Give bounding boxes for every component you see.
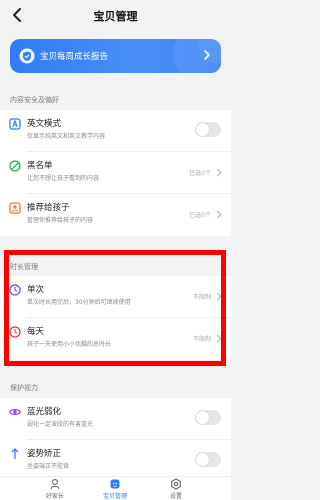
page-title: 宝贝管理 bbox=[93, 10, 138, 23]
settings-icon bbox=[171, 478, 181, 490]
recommend-title: 推荐给孩子 bbox=[27, 203, 70, 213]
toggle-knob bbox=[196, 123, 209, 136]
tab-label: 宝贝管理 bbox=[102, 493, 127, 500]
english-mode-row[interactable]: 英文模式 仅显示纯英文和英文教学内容 bbox=[0, 110, 231, 152]
toggle-knob bbox=[196, 453, 209, 466]
posture-icon bbox=[11, 448, 19, 459]
recommend-subtitle: 管理你推荐给孩子的内容 bbox=[27, 217, 94, 224]
letter-a-icon bbox=[9, 118, 21, 130]
eye-card: 蓝光弱化 弱化一定波段的有害蓝光 姿势矫正 坐姿端正不驼背 bbox=[0, 398, 231, 476]
content-card: 英文模式 仅显示纯英文和英文教学内容 黑名单 让您不想让孩子看到的内容 已选0个… bbox=[0, 110, 231, 236]
section-label-eye: 保护视力 bbox=[10, 384, 38, 392]
recommend-row[interactable]: 推荐给孩子 管理你推荐给孩子的内容 已选0个 bbox=[0, 194, 231, 236]
top-bar: 宝贝管理 bbox=[0, 0, 231, 32]
posture-toggle[interactable] bbox=[195, 452, 221, 467]
weekly-report-banner[interactable]: 宝贝每周成长报告 bbox=[10, 39, 221, 73]
blacklist-subtitle: 让您不想让孩子看到的内容 bbox=[27, 175, 100, 182]
blue-light-subtitle: 弱化一定波段的有害蓝光 bbox=[27, 421, 94, 428]
english-mode-toggle[interactable] bbox=[195, 122, 221, 137]
english-mode-title: 英文模式 bbox=[27, 119, 62, 129]
recommend-value: 已选0个 bbox=[189, 212, 211, 219]
blue-light-toggle[interactable] bbox=[195, 410, 221, 425]
chevron-right-icon bbox=[216, 168, 222, 177]
baby-icon bbox=[110, 479, 120, 489]
eye-icon bbox=[9, 409, 21, 415]
english-mode-subtitle: 仅显示纯英文和英文教学内容 bbox=[27, 133, 106, 140]
posture-title: 姿势矫正 bbox=[27, 449, 62, 459]
posture-subtitle: 坐姿端正不驼背 bbox=[27, 463, 70, 470]
blue-light-row[interactable]: 蓝光弱化 弱化一定波段的有害蓝光 bbox=[0, 398, 231, 440]
highlight-box bbox=[4, 250, 226, 366]
blacklist-row[interactable]: 黑名单 让您不想让孩子看到的内容 已选0个 bbox=[0, 152, 231, 194]
banner-decoration bbox=[173, 39, 221, 73]
blacklist-value: 已选0个 bbox=[189, 170, 211, 177]
shield-heart-icon bbox=[19, 48, 35, 64]
tab-label: 好家长 bbox=[45, 493, 64, 500]
tab-settings[interactable]: 设置 bbox=[146, 478, 206, 500]
ban-icon bbox=[9, 160, 21, 172]
recommend-icon bbox=[9, 202, 21, 214]
chevron-right-icon bbox=[216, 210, 222, 219]
bottom-tab-bar: 好家长 宝贝管理 设置 bbox=[0, 476, 231, 500]
parent-icon bbox=[50, 479, 60, 490]
tab-baby-manage[interactable]: 宝贝管理 bbox=[85, 478, 145, 500]
tab-label: 设置 bbox=[169, 493, 182, 500]
blue-light-title: 蓝光弱化 bbox=[27, 407, 62, 417]
banner-text: 宝贝每周成长报告 bbox=[40, 52, 109, 62]
tab-good-parent[interactable]: 好家长 bbox=[25, 478, 85, 500]
blacklist-title: 黑名单 bbox=[27, 161, 53, 171]
toggle-knob bbox=[196, 411, 209, 424]
section-label-content: 内容安全及偏好 bbox=[10, 96, 59, 104]
